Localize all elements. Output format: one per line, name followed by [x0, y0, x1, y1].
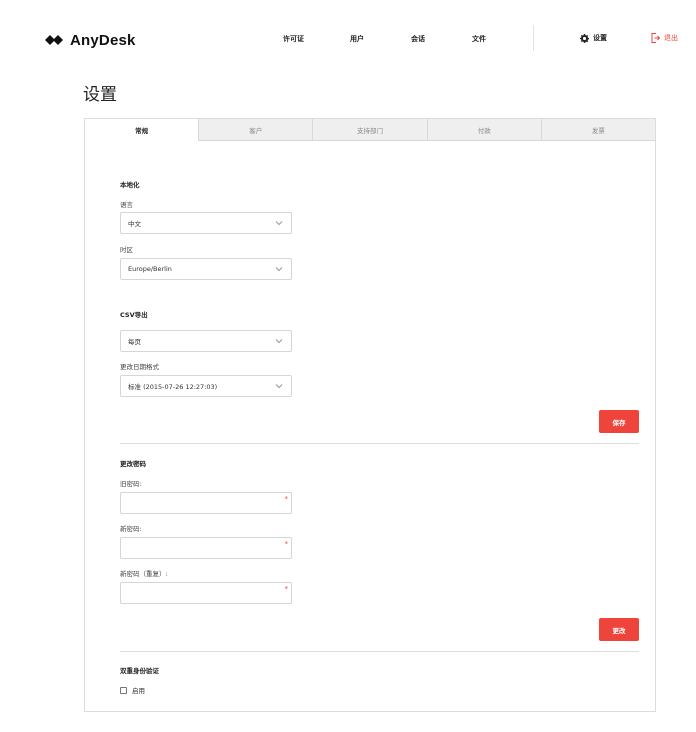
date-format-value: 标准 (2015-07-26 12:27:03) — [128, 383, 218, 391]
top-navigation-bar: AnyDesk 许可证 用户 会话 文件 设置 退出 — [0, 0, 696, 80]
section-divider — [120, 651, 639, 652]
chevron-down-icon — [275, 339, 283, 344]
anydesk-logo-icon — [44, 31, 66, 49]
tab-customers[interactable]: 客户 — [198, 119, 313, 141]
settings-card: 常规 客户 支持部门 付款 发票 本地化 语言 中文 时区 Europe/Ber… — [84, 118, 656, 712]
new-password-field[interactable]: * — [120, 537, 292, 559]
required-marker: * — [284, 585, 289, 593]
anydesk-logo[interactable]: AnyDesk — [44, 31, 136, 49]
chevron-down-icon — [275, 221, 283, 226]
old-password-field[interactable]: * — [120, 492, 292, 514]
nav-divider — [533, 25, 534, 51]
nav-item-users[interactable]: 用户 — [350, 34, 364, 44]
date-format-label: 更改日期格式 — [120, 363, 159, 371]
required-marker: * — [284, 540, 289, 548]
nav-settings-label: 设置 — [593, 34, 607, 42]
tab-payment[interactable]: 付款 — [426, 119, 541, 141]
csv-delimiter-value: 每页 — [128, 338, 141, 346]
language-value: 中文 — [128, 220, 141, 228]
two-factor-title: 双重身份验证 — [120, 667, 159, 675]
localization-title: 本地化 — [120, 181, 140, 189]
csv-export-title: CSV导出 — [120, 311, 148, 319]
timezone-value: Europe/Berlin — [128, 265, 172, 273]
gear-icon — [580, 33, 589, 43]
nav-item-license[interactable]: 许可证 — [283, 34, 304, 44]
old-password-label: 旧密码: — [120, 480, 142, 488]
save-button[interactable]: 保存 — [599, 410, 639, 433]
language-select[interactable]: 中文 — [120, 212, 292, 234]
section-divider — [120, 443, 639, 444]
nav-item-files[interactable]: 文件 — [472, 34, 486, 44]
required-marker: * — [284, 495, 289, 503]
repeat-password-field[interactable]: * — [120, 582, 292, 604]
enable-checkbox-label: 启用 — [132, 687, 145, 695]
new-password-label: 新密码: — [120, 525, 142, 533]
brand-name: AnyDesk — [70, 31, 136, 49]
tab-invoices[interactable]: 发票 — [540, 119, 656, 141]
repeat-password-label: 新密码（重复）: — [120, 570, 168, 578]
settings-tabs: 常规 客户 支持部门 付款 发票 — [85, 119, 656, 141]
language-label: 语言 — [120, 201, 133, 209]
nav-logout-label: 退出 — [664, 34, 678, 42]
timezone-select[interactable]: Europe/Berlin — [120, 258, 292, 280]
tab-support[interactable]: 支持部门 — [312, 119, 427, 141]
csv-delimiter-select[interactable]: 每页 — [120, 330, 292, 352]
two-factor-enable-toggle[interactable]: 启用 — [120, 685, 145, 695]
chevron-down-icon — [275, 267, 283, 272]
chevron-down-icon — [275, 384, 283, 389]
tab-general[interactable]: 常规 — [85, 119, 199, 141]
date-format-select[interactable]: 标准 (2015-07-26 12:27:03) — [120, 375, 292, 397]
page-title: 设置 — [83, 85, 117, 105]
enable-checkbox[interactable] — [120, 686, 127, 694]
timezone-label: 时区 — [120, 246, 133, 254]
nav-settings-link[interactable]: 设置 — [580, 33, 607, 43]
logout-icon — [651, 33, 660, 43]
nav-item-sessions[interactable]: 会话 — [411, 34, 425, 44]
nav-logout-link[interactable]: 退出 — [651, 33, 678, 43]
change-password-button[interactable]: 更改 — [599, 618, 639, 641]
change-password-title: 更改密码 — [120, 460, 146, 468]
